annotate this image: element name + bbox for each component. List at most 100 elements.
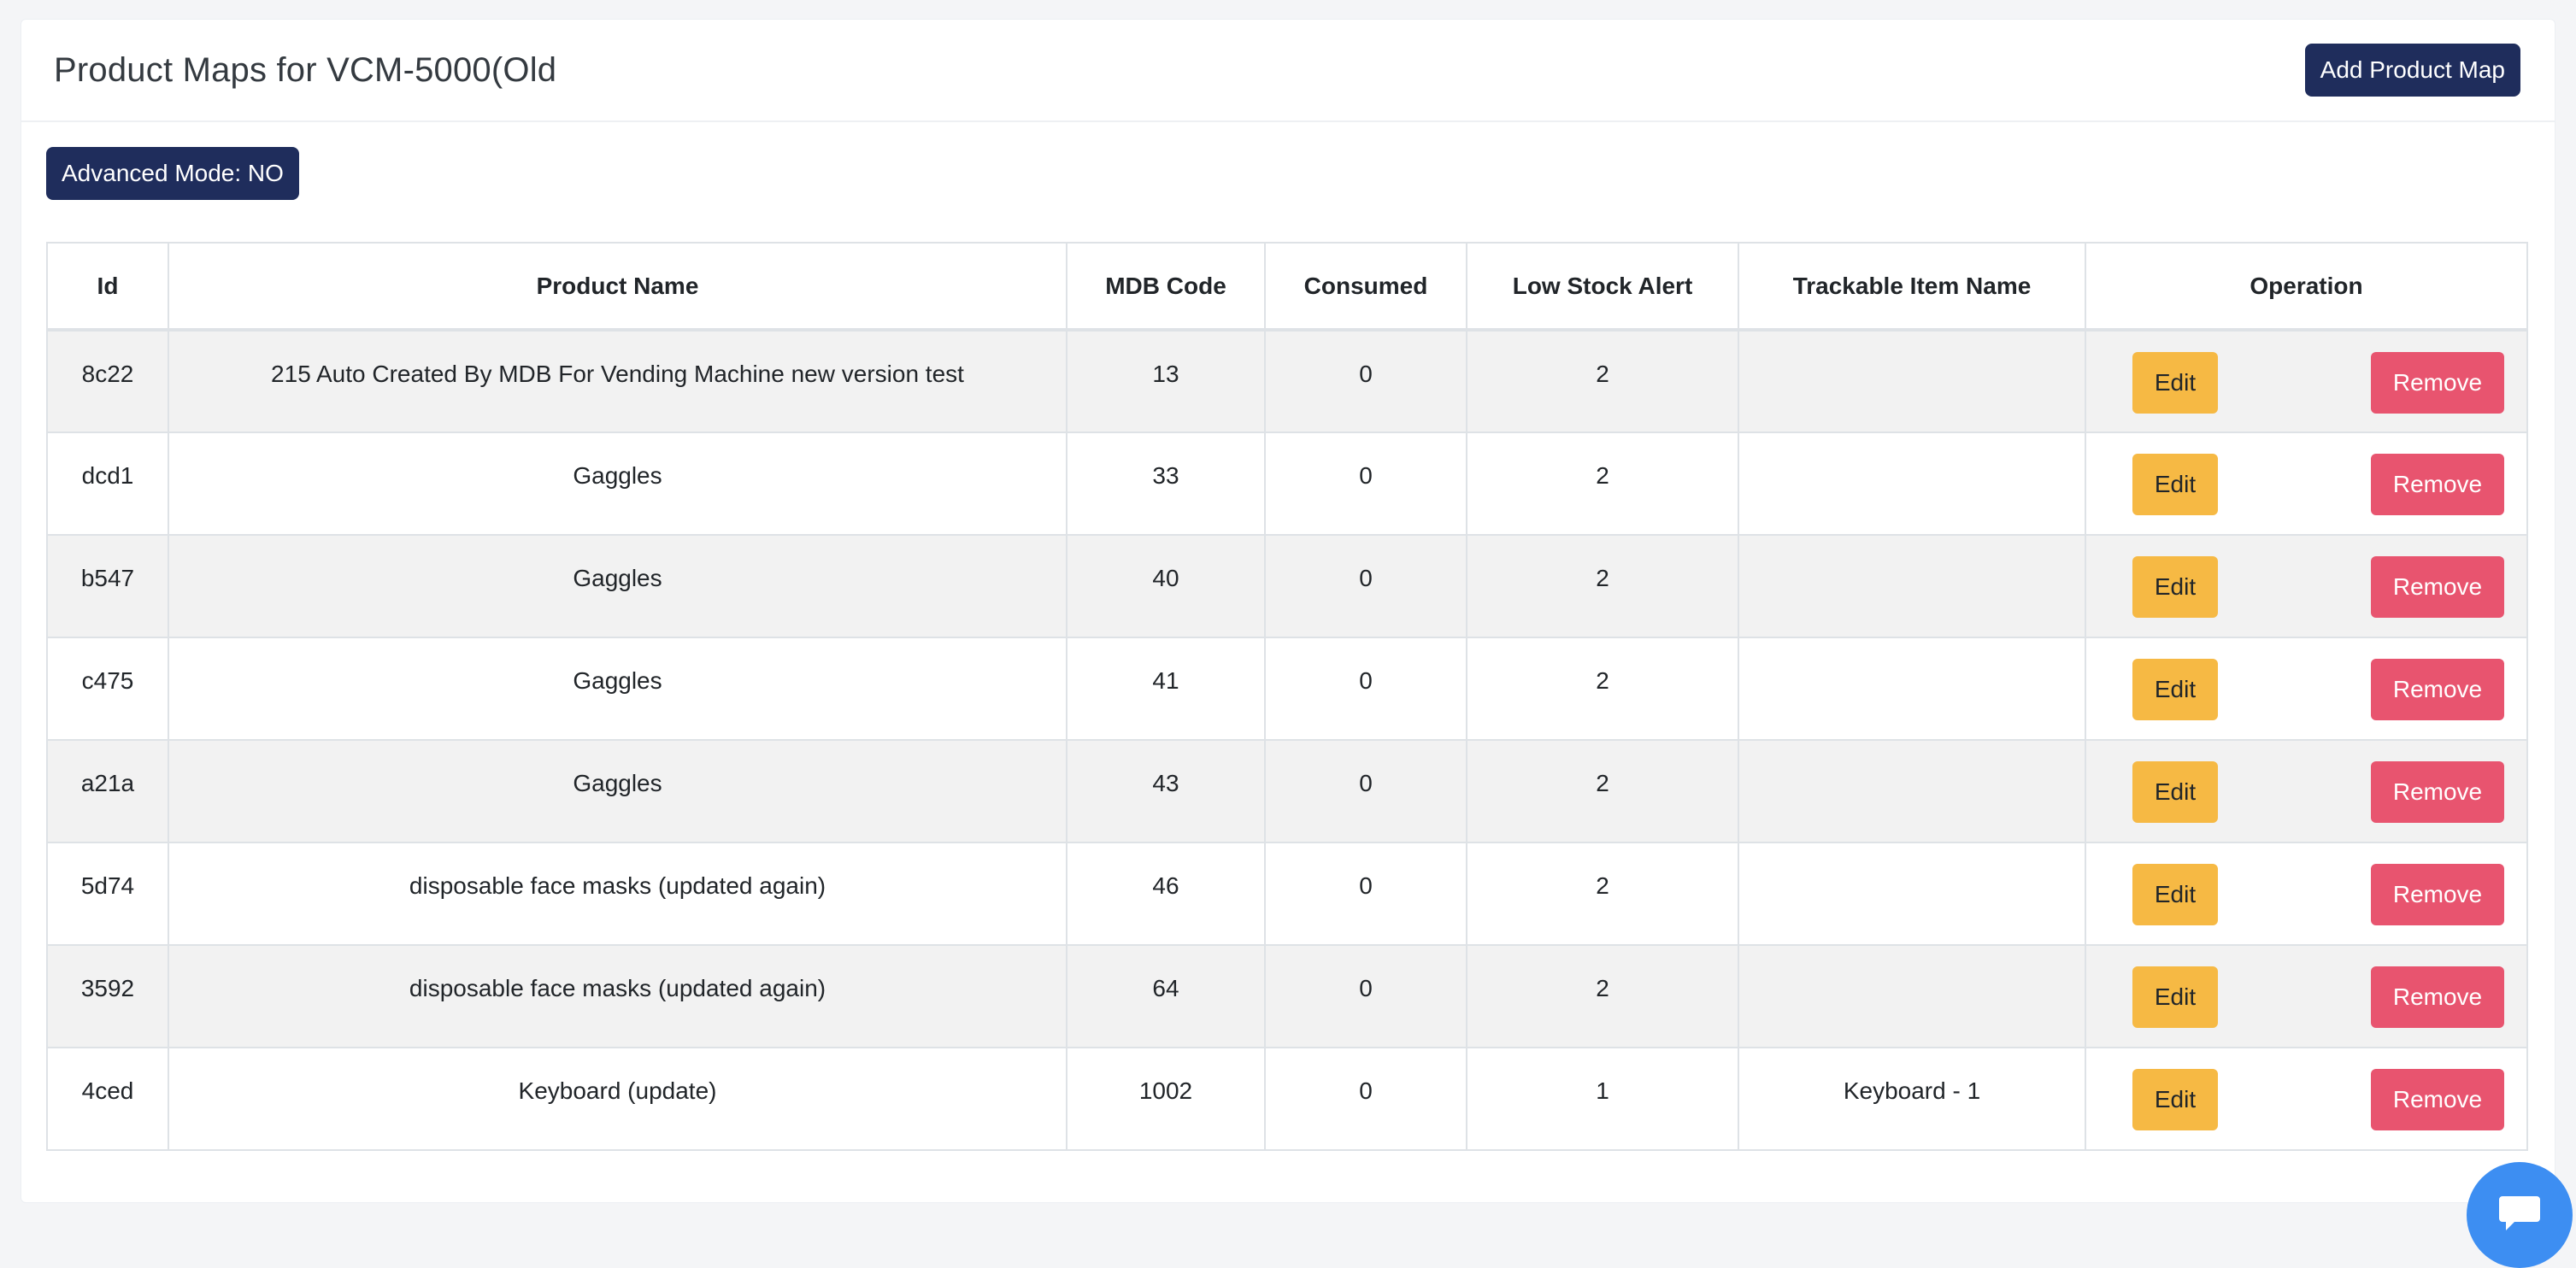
row-actions: Edit Remove bbox=[2132, 556, 2504, 618]
table-header-row: Id Product Name MDB Code Consumed Low St… bbox=[46, 242, 2528, 331]
edit-button[interactable]: Edit bbox=[2132, 1069, 2218, 1130]
cell-operation: Edit Remove bbox=[2085, 1047, 2528, 1151]
table-body: 8c22 215 Auto Created By MDB For Vending … bbox=[46, 329, 2528, 1151]
cell-id: 8c22 bbox=[46, 329, 169, 433]
row-actions: Edit Remove bbox=[2132, 352, 2504, 414]
cell-mdb-code: 13 bbox=[1066, 329, 1266, 433]
cell-consumed: 0 bbox=[1264, 534, 1467, 638]
cell-consumed: 0 bbox=[1264, 944, 1467, 1048]
remove-button[interactable]: Remove bbox=[2371, 454, 2504, 515]
remove-button[interactable]: Remove bbox=[2371, 761, 2504, 823]
cell-product-name: 215 Auto Created By MDB For Vending Mach… bbox=[168, 329, 1067, 433]
cell-consumed: 0 bbox=[1264, 739, 1467, 843]
cell-low-stock-alert: 1 bbox=[1466, 1047, 1739, 1151]
cell-id: c475 bbox=[46, 637, 169, 741]
cell-product-name: Gaggles bbox=[168, 534, 1067, 638]
edit-button[interactable]: Edit bbox=[2132, 761, 2218, 823]
cell-consumed: 0 bbox=[1264, 329, 1467, 433]
column-header-trackable-item-name: Trackable Item Name bbox=[1738, 242, 2086, 331]
cell-mdb-code: 40 bbox=[1066, 534, 1266, 638]
cell-operation: Edit Remove bbox=[2085, 329, 2528, 433]
cell-id: b547 bbox=[46, 534, 169, 638]
remove-button[interactable]: Remove bbox=[2371, 1069, 2504, 1130]
advanced-mode-toggle-button[interactable]: Advanced Mode: NO bbox=[46, 147, 299, 200]
table-row: b547 Gaggles 40 0 2 Edit Remove bbox=[46, 534, 2528, 638]
cell-mdb-code: 1002 bbox=[1066, 1047, 1266, 1151]
cell-consumed: 0 bbox=[1264, 431, 1467, 536]
cell-product-name: Keyboard (update) bbox=[168, 1047, 1067, 1151]
column-header-product-name: Product Name bbox=[168, 242, 1067, 331]
edit-button[interactable]: Edit bbox=[2132, 454, 2218, 515]
cell-trackable-item-name bbox=[1738, 431, 2086, 536]
chat-launcher-button[interactable] bbox=[2467, 1162, 2573, 1268]
cell-low-stock-alert: 2 bbox=[1466, 637, 1739, 741]
chat-bubble-icon bbox=[2499, 1196, 2540, 1230]
column-header-operation: Operation bbox=[2085, 242, 2528, 331]
row-actions: Edit Remove bbox=[2132, 966, 2504, 1028]
cell-low-stock-alert: 2 bbox=[1466, 431, 1739, 536]
cell-trackable-item-name bbox=[1738, 637, 2086, 741]
cell-id: a21a bbox=[46, 739, 169, 843]
cell-id: 5d74 bbox=[46, 842, 169, 946]
column-header-id: Id bbox=[46, 242, 169, 331]
remove-button[interactable]: Remove bbox=[2371, 864, 2504, 925]
cell-trackable-item-name: Keyboard - 1 bbox=[1738, 1047, 2086, 1151]
column-header-mdb-code: MDB Code bbox=[1066, 242, 1266, 331]
row-actions: Edit Remove bbox=[2132, 1069, 2504, 1130]
cell-operation: Edit Remove bbox=[2085, 431, 2528, 536]
table-row: dcd1 Gaggles 33 0 2 Edit Remove bbox=[46, 431, 2528, 536]
remove-button[interactable]: Remove bbox=[2371, 966, 2504, 1028]
table-row: 4ced Keyboard (update) 1002 0 1 Keyboard - 1 E… bbox=[46, 1047, 2528, 1151]
table-row: c475 Gaggles 41 0 2 Edit Remove bbox=[46, 637, 2528, 741]
cell-product-name: disposable face masks (updated again) bbox=[168, 842, 1067, 946]
remove-button[interactable]: Remove bbox=[2371, 556, 2504, 618]
cell-operation: Edit Remove bbox=[2085, 944, 2528, 1048]
cell-id: dcd1 bbox=[46, 431, 169, 536]
cell-low-stock-alert: 2 bbox=[1466, 944, 1739, 1048]
edit-button[interactable]: Edit bbox=[2132, 352, 2218, 414]
cell-consumed: 0 bbox=[1264, 637, 1467, 741]
table-row: 3592 disposable face masks (updated again… bbox=[46, 944, 2528, 1048]
edit-button[interactable]: Edit bbox=[2132, 864, 2218, 925]
cell-trackable-item-name bbox=[1738, 944, 2086, 1048]
cell-mdb-code: 41 bbox=[1066, 637, 1266, 741]
remove-button[interactable]: Remove bbox=[2371, 659, 2504, 720]
cell-consumed: 0 bbox=[1264, 1047, 1467, 1151]
edit-button[interactable]: Edit bbox=[2132, 966, 2218, 1028]
cell-id: 3592 bbox=[46, 944, 169, 1048]
cell-low-stock-alert: 2 bbox=[1466, 534, 1739, 638]
row-actions: Edit Remove bbox=[2132, 454, 2504, 515]
cell-mdb-code: 33 bbox=[1066, 431, 1266, 536]
cell-consumed: 0 bbox=[1264, 842, 1467, 946]
cell-trackable-item-name bbox=[1738, 329, 2086, 433]
cell-product-name: disposable face masks (updated again) bbox=[168, 944, 1067, 1048]
cell-low-stock-alert: 2 bbox=[1466, 329, 1739, 433]
table-row: 5d74 disposable face masks (updated again… bbox=[46, 842, 2528, 946]
edit-button[interactable]: Edit bbox=[2132, 659, 2218, 720]
table-row: 8c22 215 Auto Created By MDB For Vending … bbox=[46, 329, 2528, 433]
page-title: Product Maps for VCM-5000(Old bbox=[54, 50, 557, 89]
add-product-map-button[interactable]: Add Product Map bbox=[2304, 44, 2520, 97]
column-header-low-stock-alert: Low Stock Alert bbox=[1466, 242, 1739, 331]
cell-mdb-code: 46 bbox=[1066, 842, 1266, 946]
cell-id: 4ced bbox=[46, 1047, 169, 1151]
cell-operation: Edit Remove bbox=[2085, 534, 2528, 638]
column-header-consumed: Consumed bbox=[1264, 242, 1467, 331]
remove-button[interactable]: Remove bbox=[2371, 352, 2504, 414]
cell-mdb-code: 64 bbox=[1066, 944, 1266, 1048]
cell-trackable-item-name bbox=[1738, 739, 2086, 843]
card-header: Product Maps for VCM-5000(Old Add Produc… bbox=[21, 20, 2555, 122]
cell-product-name: Gaggles bbox=[168, 739, 1067, 843]
cell-low-stock-alert: 2 bbox=[1466, 842, 1739, 946]
product-maps-table-container: Id Product Name MDB Code Consumed Low St… bbox=[46, 242, 2528, 1151]
table-row: a21a Gaggles 43 0 2 Edit Remove bbox=[46, 739, 2528, 843]
edit-button[interactable]: Edit bbox=[2132, 556, 2218, 618]
cell-operation: Edit Remove bbox=[2085, 637, 2528, 741]
cell-operation: Edit Remove bbox=[2085, 842, 2528, 946]
cell-trackable-item-name bbox=[1738, 842, 2086, 946]
cell-trackable-item-name bbox=[1738, 534, 2086, 638]
row-actions: Edit Remove bbox=[2132, 659, 2504, 720]
row-actions: Edit Remove bbox=[2132, 864, 2504, 925]
cell-mdb-code: 43 bbox=[1066, 739, 1266, 843]
product-maps-card: Product Maps for VCM-5000(Old Add Produc… bbox=[21, 19, 2555, 1203]
